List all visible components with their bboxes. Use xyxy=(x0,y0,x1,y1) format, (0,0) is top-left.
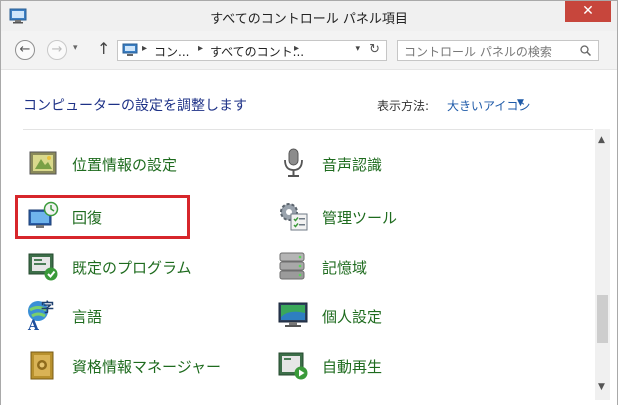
scroll-up-icon[interactable]: ▲ xyxy=(598,135,605,145)
item-speech-recognition[interactable]: 音声認識 xyxy=(277,145,477,185)
address-input[interactable]: ▸ コン... ▸ すべてのコント... ▸ ▾ ↻ xyxy=(117,40,387,61)
scroll-thumb[interactable] xyxy=(597,295,608,343)
item-label: 言語 xyxy=(72,308,103,326)
item-credential-manager[interactable]: 資格情報マネージャー xyxy=(27,347,257,387)
item-label: 自動再生 xyxy=(322,358,383,376)
admin-tools-icon xyxy=(280,203,308,231)
item-language[interactable]: 字 A 言語 xyxy=(27,297,227,337)
refresh-button[interactable]: ↻ xyxy=(369,42,380,57)
location-settings-icon xyxy=(29,151,57,175)
dropdown-arrow-icon[interactable]: ▼ xyxy=(517,98,524,108)
autoplay-icon xyxy=(278,352,308,380)
credential-manager-icon xyxy=(30,351,54,380)
search-input[interactable]: コントロール パネルの検索 xyxy=(397,40,599,61)
chevron-right-icon[interactable]: ▸ xyxy=(142,43,147,54)
chevron-right-icon[interactable]: ▸ xyxy=(198,43,203,54)
view-by-label: 表示方法: xyxy=(377,99,430,113)
item-label: 記憶域 xyxy=(322,259,368,277)
forward-button[interactable]: → xyxy=(47,40,67,60)
default-programs-icon xyxy=(28,253,58,281)
address-bar: ← → ▾ ↑ ▸ コン... ▸ すべてのコント... ▸ ▾ ↻ コントロー… xyxy=(1,31,617,70)
back-button[interactable]: ← xyxy=(15,40,35,60)
window-title: すべてのコントロール パネル項目 xyxy=(210,12,408,27)
title-bar: すべてのコントロール パネル項目 ✕ xyxy=(1,1,617,32)
vertical-scrollbar[interactable]: ▲ ▼ xyxy=(595,129,610,400)
item-location-settings[interactable]: 位置情報の設定 xyxy=(27,145,227,185)
control-panel-window: すべてのコントロール パネル項目 ✕ ← → ▾ ↑ ▸ コン... ▸ すべて… xyxy=(0,0,618,406)
item-label: 音声認識 xyxy=(322,156,383,174)
divider xyxy=(23,129,593,130)
item-personalization[interactable]: 個人設定 xyxy=(277,297,477,337)
search-placeholder: コントロール パネルの検索 xyxy=(404,45,552,59)
breadcrumb-control-panel[interactable]: コン... xyxy=(154,43,189,60)
item-label: 位置情報の設定 xyxy=(72,156,178,174)
scroll-down-icon[interactable]: ▼ xyxy=(598,382,605,392)
speech-recognition-icon xyxy=(284,148,303,177)
address-dropdown-icon[interactable]: ▾ xyxy=(355,44,360,54)
item-storage-spaces[interactable]: 記憶域 xyxy=(277,248,477,288)
personalization-icon xyxy=(278,302,308,327)
up-button[interactable]: ↑ xyxy=(97,39,110,58)
language-icon: 字 A xyxy=(27,300,54,331)
item-label: 既定のプログラム xyxy=(72,259,192,277)
control-panel-icon xyxy=(122,43,138,56)
breadcrumb-all-items[interactable]: すべてのコント... xyxy=(210,43,304,60)
svg-text:字: 字 xyxy=(41,300,54,316)
item-admin-tools[interactable]: 管理ツール xyxy=(277,198,477,238)
close-button[interactable]: ✕ xyxy=(565,1,611,22)
item-default-programs[interactable]: 既定のプログラム xyxy=(27,248,247,288)
item-label: 資格情報マネージャー xyxy=(72,358,221,376)
item-autoplay[interactable]: 自動再生 xyxy=(277,347,477,387)
item-label: 管理ツール xyxy=(322,209,398,227)
page-heading: コンピューターの設定を調整します xyxy=(23,98,247,114)
svg-text:A: A xyxy=(27,318,40,331)
recent-locations-button[interactable]: ▾ xyxy=(73,43,78,53)
highlight-box xyxy=(15,195,190,239)
storage-spaces-icon xyxy=(279,252,305,280)
chevron-right-icon[interactable]: ▸ xyxy=(294,43,299,54)
search-icon[interactable] xyxy=(580,45,591,56)
item-label: 個人設定 xyxy=(322,308,383,326)
